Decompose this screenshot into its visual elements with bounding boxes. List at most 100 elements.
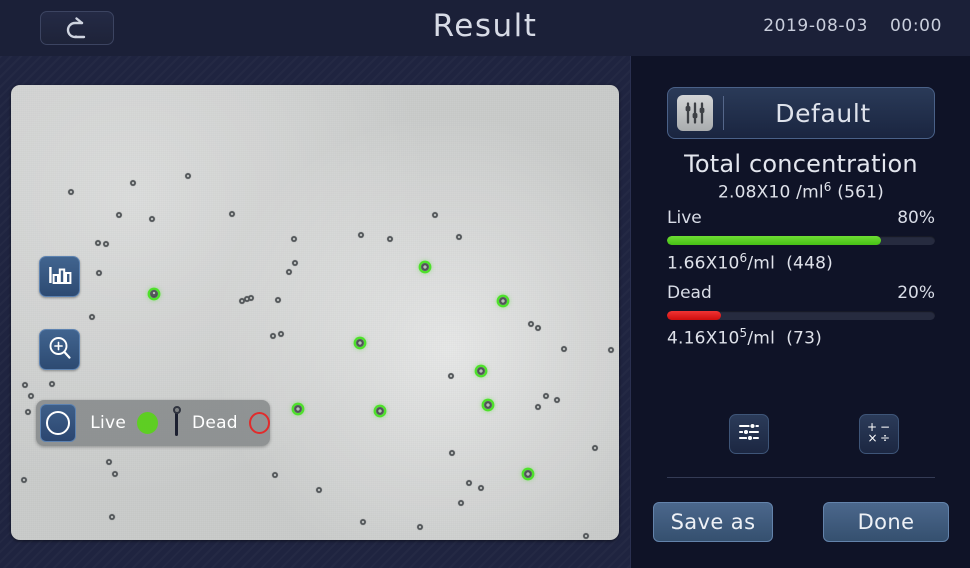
legend-toggle-button[interactable] [40,404,77,442]
bar-chart-icon [48,264,72,290]
cell-marker [455,233,463,241]
legend-dead-swatch[interactable] [248,412,271,434]
total-value-prefix: 2.08X10 /ml [718,182,824,203]
total-concentration-value: 2.08X10 /ml6 (561) [631,180,970,203]
cell-marker [20,476,28,484]
total-concentration-title: Total concentration [684,150,918,178]
cell-marker [465,479,473,487]
cell-marker [88,313,96,321]
cell-marker [48,380,56,388]
live-cell-marker [476,366,486,376]
svg-text:÷: ÷ [880,431,890,444]
results-panel: Default Total concentration 2.08X10 /ml6… [630,56,970,568]
cell-marker [21,381,29,389]
debris-artifact [186,529,217,540]
metric-dead-name: Dead [667,283,712,303]
metric-live-percent: 80% [897,208,935,228]
metric-live: Live 80% 1.66X106/ml (448) [667,208,935,274]
done-button[interactable]: Done [823,502,949,542]
tool-icon-row: + − × ÷ [667,414,935,454]
cell-marker [431,211,439,219]
cell-marker [553,396,561,404]
metric-dead-value-prefix: 4.16X10 [667,328,740,349]
metric-live-value: 1.66X106/ml (448) [667,251,935,274]
datetime-display: 2019-08-03 00:00 [763,16,942,36]
legend-live-swatch[interactable] [137,412,159,434]
histogram-tool-button[interactable] [39,256,80,297]
cell-marker [111,470,119,478]
cell-marker [184,172,192,180]
cell-marker [228,210,236,218]
cell-marker [290,235,298,243]
svg-text:×: × [868,431,878,444]
metric-live-name: Live [667,208,702,228]
metric-dead-bar-track [667,311,935,320]
cell-marker [315,486,323,494]
calculator-button[interactable]: + − × ÷ [859,414,899,454]
metric-dead-value-suffix: /ml [747,328,775,349]
cell-marker [24,408,32,416]
live-cell-marker [420,262,430,272]
cell-marker [357,231,365,239]
live-cell-marker [483,400,493,410]
cell-marker [607,346,615,354]
cell-marker [291,259,299,267]
zoom-in-tool-button[interactable] [39,329,80,370]
cell-marker [448,449,456,457]
cell-marker [447,372,455,380]
cell-marker [277,330,285,338]
cell-marker [386,235,394,243]
save-as-button[interactable]: Save as [653,502,773,542]
legend-dead-label: Dead [191,413,238,433]
metric-live-bar-fill [667,236,882,245]
cell-marker [238,297,246,305]
result-screen: Result 2019-08-03 00:00 Live Dead Defaul… [0,0,970,568]
cell-marker [102,240,110,248]
cell-marker [582,532,590,540]
metric-dead-bar-fill [667,311,721,320]
legend-live-label: Live [90,413,127,433]
metric-dead-percent: 20% [897,283,935,303]
cell-marker [269,332,277,340]
sliders-icon [677,95,713,131]
action-divider [667,477,935,478]
metric-dead-head: Dead 20% [667,283,935,303]
calculator-icon: + − × ÷ [866,420,892,448]
live-cell-marker [375,406,385,416]
top-bar: Result 2019-08-03 00:00 [0,0,970,56]
date-text: 2019-08-03 [763,16,868,36]
live-cell-marker [523,469,533,479]
cell-marker [285,268,293,276]
settings-button[interactable] [729,414,769,454]
metric-live-value-prefix: 1.66X10 [667,253,740,274]
cell-marker [148,215,156,223]
cell-marker [27,392,35,400]
metric-dead-count: (73) [786,328,822,349]
legend-bar: Live Dead [36,400,271,446]
total-value-exponent: 6 [823,180,832,194]
cell-marker [271,471,279,479]
preset-label: Default [775,98,871,128]
zoom-in-icon [47,335,73,365]
circle-outline-icon [46,411,71,435]
sample-image[interactable] [11,85,619,540]
time-text: 00:00 [890,16,942,36]
cell-marker [94,239,102,247]
cell-marker [534,403,542,411]
metric-dead: Dead 20% 4.16X105/ml (73) [667,283,935,349]
metric-live-value-suffix: /ml [747,253,775,274]
preset-selector-button[interactable]: Default [667,87,935,139]
cell-marker [534,324,542,332]
cell-marker [129,179,137,187]
live-cell-marker [355,338,365,348]
cell-marker [274,296,282,304]
cell-marker [359,518,367,526]
cell-marker [67,188,75,196]
cell-marker [591,444,599,452]
cell-marker [105,458,113,466]
cell-marker [542,392,550,400]
legend-divider [172,406,181,436]
metric-dead-value: 4.16X105/ml (73) [667,326,935,349]
cell-marker [477,484,485,492]
metric-live-head: Live 80% [667,208,935,228]
